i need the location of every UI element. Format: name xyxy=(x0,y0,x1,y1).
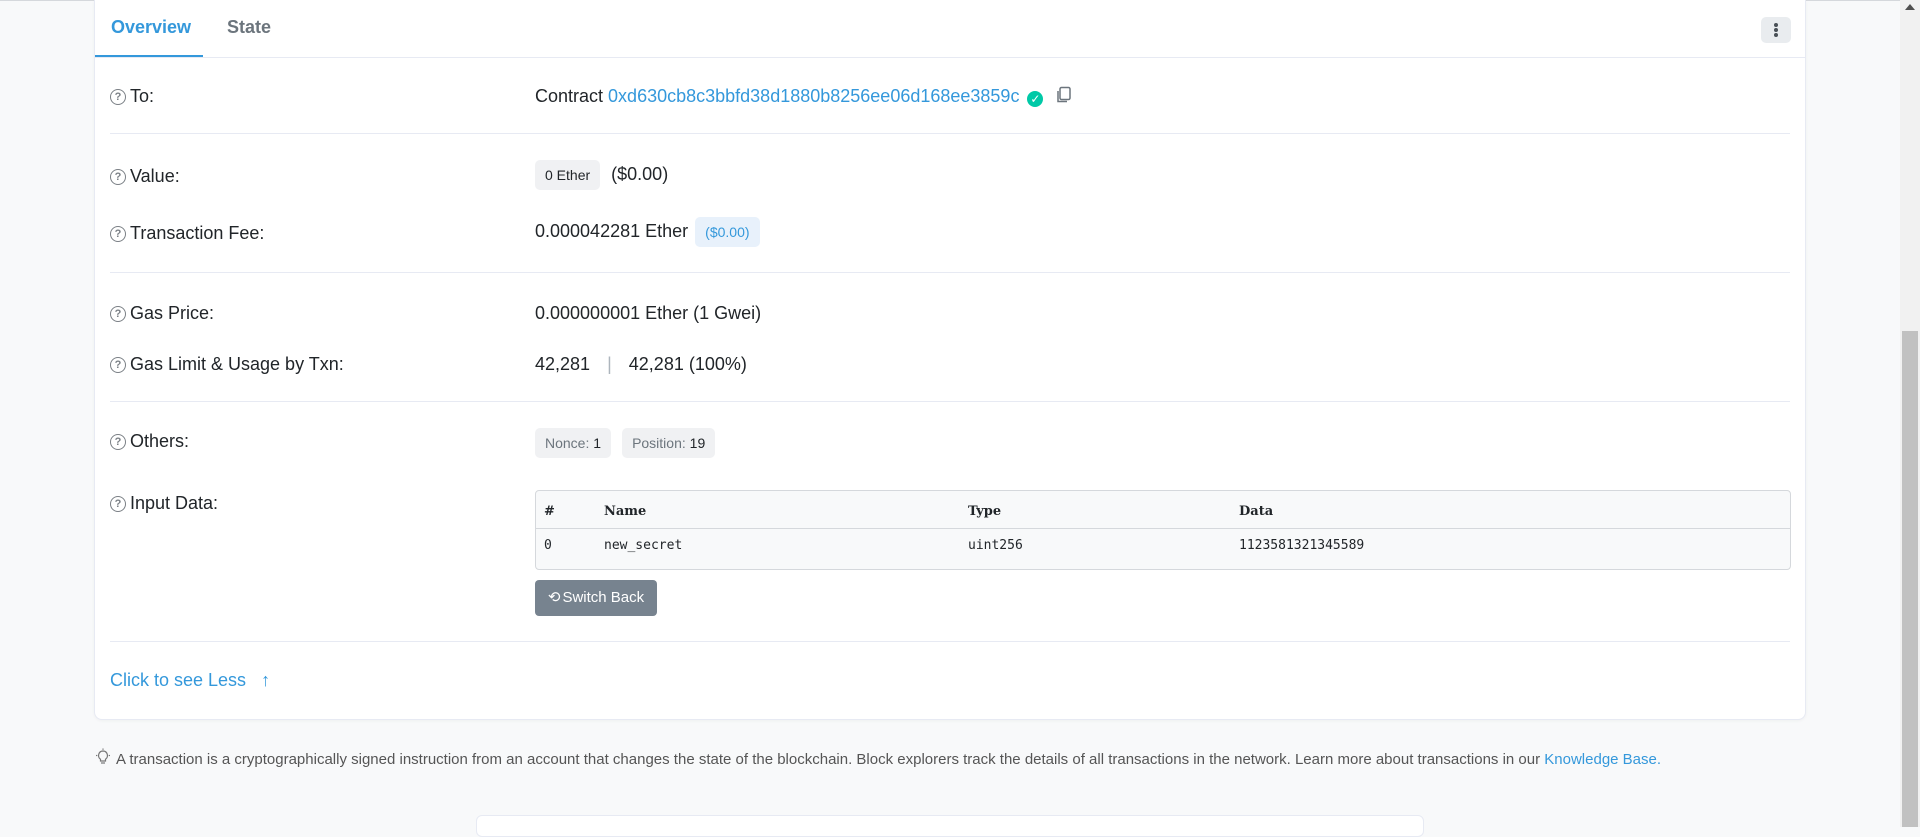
bottom-card xyxy=(476,815,1424,837)
fee-label: ? Transaction Fee: xyxy=(110,223,264,244)
to-label-text: To: xyxy=(130,86,155,106)
fee-label-text: Transaction Fee: xyxy=(130,223,265,243)
position-value: 19 xyxy=(689,435,706,451)
scroll-up-arrow[interactable] xyxy=(1905,4,1915,10)
see-less-label: Click to see Less xyxy=(110,670,247,690)
others-label: ? Others: xyxy=(110,431,189,452)
gas-limit-value: 42,281 | 42,281 (100%) xyxy=(535,354,747,375)
knowledge-base-link[interactable]: Knowledge Base. xyxy=(1544,751,1661,768)
gas-price-label: ? Gas Price: xyxy=(110,303,214,324)
position-label: Position: xyxy=(632,435,686,451)
gas-limit: 42,281 xyxy=(535,354,591,374)
gas-price-value: 0.000000001 Ether (1 Gwei) xyxy=(535,303,762,323)
footer-text: A transaction is a cryptographically sig… xyxy=(116,751,1541,768)
col-header-name: Name xyxy=(604,504,647,519)
lightbulb-icon xyxy=(96,748,110,764)
copy-icon[interactable] xyxy=(1055,86,1073,104)
check-circle-icon: ✓ xyxy=(1027,91,1044,107)
ether-value-badge: 0 Ether xyxy=(535,160,601,190)
switch-back-button[interactable]: ⟲ Switch Back xyxy=(535,580,657,616)
arrow-up-icon: ↑ xyxy=(261,670,271,690)
col-header-index: # xyxy=(544,504,555,519)
value-usd: ($0.00) xyxy=(611,164,669,184)
input-data-label-text: Input Data: xyxy=(130,493,219,513)
divider xyxy=(110,133,1790,134)
fee-value: 0.000042281 Ether ($0.00) xyxy=(535,217,760,247)
gas-usage: 42,281 (100%) xyxy=(628,354,747,374)
gas-divider: | xyxy=(607,354,612,374)
value-value: 0 Ether ($0.00) xyxy=(535,160,668,190)
divider xyxy=(110,401,1790,402)
table-cell-name: new_secret xyxy=(604,538,683,553)
question-circle-icon: ? xyxy=(110,357,126,373)
active-tab-indicator xyxy=(95,55,203,57)
more-options-button[interactable] xyxy=(1761,17,1791,43)
question-circle-icon: ? xyxy=(110,226,126,242)
others-value: Nonce: 1 Position: 19 xyxy=(535,428,716,458)
gas-limit-label-text: Gas Limit & Usage by Txn: xyxy=(130,354,344,374)
col-header-type: Type xyxy=(968,504,1002,519)
value-label-text: Value: xyxy=(130,166,180,186)
tab-overview[interactable]: Overview xyxy=(111,17,191,38)
question-circle-icon: ? xyxy=(110,306,126,322)
kebab-dot xyxy=(1774,33,1778,37)
nonce-label: Nonce: xyxy=(545,435,590,451)
kebab-dot xyxy=(1774,28,1778,32)
undo-icon: ⟲ xyxy=(547,589,561,606)
more-vertical-icon xyxy=(1774,23,1778,27)
contract-address-link[interactable]: 0xd630cb8c3bbfd38d1880b8256ee06d168ee385… xyxy=(608,86,1019,106)
question-circle-icon: ? xyxy=(110,89,126,105)
gas-limit-label: ? Gas Limit & Usage by Txn: xyxy=(110,354,344,375)
value-label: ? Value: xyxy=(110,166,180,187)
question-circle-icon: ? xyxy=(110,434,126,450)
tab-state[interactable]: State xyxy=(227,17,271,38)
transaction-details-card: Overview State ? To: Contract 0xd630cb8c3… xyxy=(94,0,1806,720)
table-divider xyxy=(536,528,1790,529)
to-label: ? To: xyxy=(110,86,154,107)
gas-price-label-text: Gas Price: xyxy=(130,303,215,323)
question-circle-icon: ? xyxy=(110,169,126,185)
fee-usd-badge: ($0.00) xyxy=(695,217,760,247)
scroll-thumb[interactable] xyxy=(1902,331,1918,827)
others-label-text: Others: xyxy=(130,431,190,451)
fee-amount: 0.000042281 Ether xyxy=(535,221,689,241)
scrollbar[interactable] xyxy=(1900,0,1920,827)
nonce-badge: Nonce: 1 xyxy=(535,428,612,458)
switch-back-label: Switch Back xyxy=(562,589,645,606)
divider xyxy=(110,641,1790,642)
input-data-label: ? Input Data: xyxy=(110,493,218,514)
tab-bar: Overview State xyxy=(95,0,1805,58)
table-cell-index: 0 xyxy=(544,538,552,553)
table-cell-type: uint256 xyxy=(968,538,1023,553)
nonce-value: 1 xyxy=(593,435,602,451)
contract-prefix: Contract xyxy=(535,86,604,106)
position-badge: Position: 19 xyxy=(622,428,716,458)
col-header-data: Data xyxy=(1239,504,1274,519)
to-value: Contract 0xd630cb8c3bbfd38d1880b8256ee06… xyxy=(535,86,1073,107)
table-cell-data: 1123581321345589 xyxy=(1239,538,1365,553)
transaction-info-note: A transaction is a cryptographically sig… xyxy=(94,748,1661,768)
question-circle-icon: ? xyxy=(110,496,126,512)
see-less-link[interactable]: Click to see Less ↑ xyxy=(110,670,270,691)
input-data-table: # Name Type Data 0 new_secret uint256 11… xyxy=(535,490,1791,570)
divider xyxy=(110,272,1790,273)
